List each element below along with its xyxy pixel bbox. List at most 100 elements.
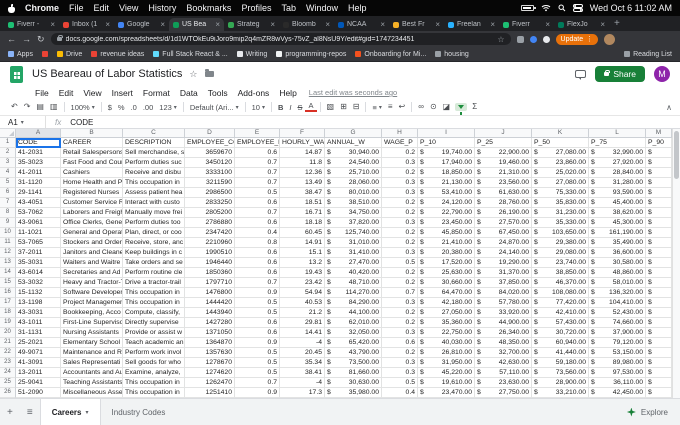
row-header[interactable]: 14 xyxy=(0,268,16,278)
cell[interactable]: $24,540.00 xyxy=(325,158,382,168)
cell[interactable]: $ xyxy=(646,308,672,318)
undo-icon[interactable]: ↶ xyxy=(8,103,21,111)
cell[interactable]: Miscellaneous Asse xyxy=(61,388,123,398)
sheets-menu-insert[interactable]: Insert xyxy=(107,88,138,98)
bookmark-item[interactable]: Drive xyxy=(56,51,82,58)
cell[interactable]: 54.94 xyxy=(280,288,325,298)
bookmark-item[interactable]: housing xyxy=(435,51,469,58)
cell[interactable]: 0.2 xyxy=(382,238,418,248)
cell[interactable]: Perform duties too xyxy=(123,218,185,228)
row-header[interactable]: 24 xyxy=(0,368,16,378)
cell[interactable]: 29.81 xyxy=(280,318,325,328)
text-color-button[interactable]: A xyxy=(305,102,317,112)
cell[interactable]: 14.91 xyxy=(280,238,325,248)
cell[interactable]: 0.5 xyxy=(235,348,280,358)
cell[interactable]: $58,010.00 xyxy=(589,278,646,288)
cell[interactable]: $ xyxy=(646,238,672,248)
cell[interactable]: $75,330.00 xyxy=(532,188,589,198)
cell[interactable]: $ xyxy=(646,288,672,298)
cell[interactable]: 43-6014 xyxy=(16,268,61,278)
cell[interactable]: $ xyxy=(646,368,672,378)
bold-button[interactable]: B xyxy=(275,103,286,112)
cell[interactable]: Sell merchandise, s xyxy=(123,148,185,158)
cell[interactable]: 0.9 xyxy=(235,338,280,348)
cell[interactable]: $ xyxy=(646,278,672,288)
cell[interactable]: $ xyxy=(646,348,672,358)
account-avatar[interactable]: M xyxy=(654,66,670,82)
cell[interactable]: 15-1132 xyxy=(16,288,61,298)
cell[interactable]: 0.3 xyxy=(382,298,418,308)
kebab-menu-icon[interactable]: ⋮ xyxy=(586,35,593,43)
browser-tab[interactable]: Strateg × xyxy=(224,18,279,31)
cell[interactable]: 0.3 xyxy=(382,328,418,338)
cell[interactable]: Compute, classify, xyxy=(123,308,185,318)
cell[interactable]: 53-7065 xyxy=(16,238,61,248)
cell[interactable]: $97,530.00 xyxy=(589,368,646,378)
cell[interactable]: 0.6 xyxy=(235,248,280,258)
tab-close-icon[interactable]: × xyxy=(545,20,550,29)
extension-icon[interactable] xyxy=(516,35,524,43)
cell[interactable]: 0.9 xyxy=(235,288,280,298)
cell[interactable]: $42,180.00 xyxy=(418,298,475,308)
cell[interactable]: $ xyxy=(646,198,672,208)
cell[interactable]: 0.6 xyxy=(235,218,280,228)
cell[interactable]: $46,370.00 xyxy=(532,278,589,288)
cell[interactable]: 31-1131 xyxy=(16,328,61,338)
cell[interactable]: $42,630.00 xyxy=(475,358,532,368)
cell[interactable]: $17,520.00 xyxy=(418,258,475,268)
cell[interactable]: 0.2 xyxy=(382,228,418,238)
fill-color-icon[interactable]: ▧ xyxy=(324,103,338,111)
cell[interactable]: 0.5 xyxy=(235,358,280,368)
cell[interactable]: Project Managemen xyxy=(61,298,123,308)
tab-close-icon[interactable]: × xyxy=(160,20,165,29)
vertical-align-icon[interactable]: ≡ xyxy=(385,103,396,111)
cell[interactable]: $32,700.00 xyxy=(475,348,532,358)
menu-item-profiles[interactable]: Profiles xyxy=(241,3,271,13)
cell[interactable]: 1427280 xyxy=(185,318,235,328)
cell[interactable]: Sales Representati xyxy=(61,358,123,368)
cell[interactable]: 0.2 xyxy=(382,208,418,218)
cell[interactable]: $ xyxy=(646,168,672,178)
cell[interactable]: 0.6 xyxy=(235,268,280,278)
print-icon[interactable]: ▤ xyxy=(33,103,47,111)
cell[interactable]: Perform work invol xyxy=(123,348,185,358)
cell[interactable]: Keep buildings in c xyxy=(123,248,185,258)
cell[interactable]: First-Line Superviso xyxy=(61,318,123,328)
cell[interactable]: Office Clerks, Gene xyxy=(61,218,123,228)
sheets-menu-view[interactable]: View xyxy=(78,88,106,98)
cell[interactable]: $40,030.00 xyxy=(418,338,475,348)
row-header[interactable]: 16 xyxy=(0,288,16,298)
italic-button[interactable]: I xyxy=(286,103,294,112)
cell[interactable]: 3333100 xyxy=(185,168,235,178)
cell[interactable]: 53-3032 xyxy=(16,278,61,288)
cell[interactable]: 14.41 xyxy=(280,328,325,338)
vertical-scrollbar[interactable] xyxy=(672,129,680,398)
column-header-e[interactable]: E xyxy=(235,129,280,138)
back-icon[interactable]: ← xyxy=(7,34,16,44)
row-header[interactable]: 1 xyxy=(0,138,16,148)
insert-chart-icon[interactable]: ◪ xyxy=(440,103,454,111)
cell[interactable]: 0.2 xyxy=(382,318,418,328)
cell[interactable]: 0.4 xyxy=(235,228,280,238)
cell[interactable]: $ xyxy=(646,228,672,238)
sheets-menu-addons[interactable]: Add-ons xyxy=(233,88,275,98)
cell[interactable]: 43-3031 xyxy=(16,308,61,318)
omnibox[interactable]: docs.google.com/spreadsheets/d/1d1WTOkEu… xyxy=(50,33,511,45)
cell[interactable]: 41-3091 xyxy=(16,358,61,368)
header-cell[interactable]: P_10 xyxy=(418,138,475,148)
bookmark-star-icon[interactable]: ☆ xyxy=(497,35,504,44)
cell[interactable]: 60.45 xyxy=(280,228,325,238)
merge-cells-icon[interactable]: ⊟ xyxy=(350,103,363,111)
cell[interactable]: 1371050 xyxy=(185,328,235,338)
cell[interactable]: $25,630.00 xyxy=(418,268,475,278)
cell[interactable]: $36,110.00 xyxy=(589,378,646,388)
cell[interactable]: Janitors and Cleane xyxy=(61,248,123,258)
cell[interactable]: $ xyxy=(646,298,672,308)
cell[interactable]: Teach academic an xyxy=(123,338,185,348)
cell[interactable]: $ xyxy=(646,358,672,368)
cell[interactable]: $ xyxy=(646,318,672,328)
cell[interactable]: Examine, analyze, xyxy=(123,368,185,378)
row-header[interactable]: 7 xyxy=(0,198,16,208)
cell[interactable]: Retail Salespersons xyxy=(61,148,123,158)
cell[interactable]: $61,630.00 xyxy=(475,188,532,198)
